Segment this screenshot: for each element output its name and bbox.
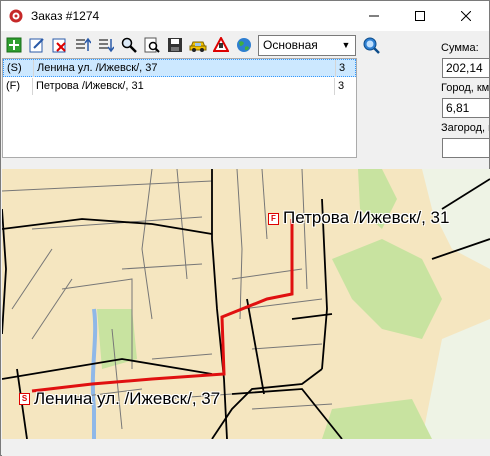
order-window: Заказ #1274 Основная ▼ (S) Ленина ул. /И… — [0, 0, 490, 456]
save-icon — [168, 38, 182, 52]
sum-label: Сумма: — [441, 42, 479, 54]
sum-field[interactable]: 202,14 — [442, 58, 489, 78]
minimize-icon — [369, 15, 379, 17]
park-area — [322, 399, 432, 439]
window-title: Заказ #1274 — [31, 9, 100, 23]
start-address-label: Ленина ул. /Ижевск/, 37 — [34, 389, 221, 408]
finish-marker[interactable]: F — [268, 213, 279, 225]
maximize-icon — [415, 11, 425, 21]
address-row-start[interactable]: (S) Ленина ул. /Ижевск/, 37 3 — [3, 59, 356, 77]
open-area — [422, 319, 490, 439]
route-select[interactable]: Основная ▼ — [258, 34, 356, 56]
taxi-car-icon — [189, 41, 207, 52]
chevron-down-icon: ▼ — [341, 40, 351, 50]
start-marker[interactable]: S — [19, 393, 30, 405]
finish-address-label: Петрова /Ижевск/, 31 — [283, 208, 450, 227]
road-sign-icon — [213, 37, 229, 52]
taxi-button[interactable] — [187, 34, 209, 56]
preview-button[interactable] — [141, 34, 163, 56]
save-button[interactable] — [164, 34, 186, 56]
move-down-button[interactable] — [95, 34, 117, 56]
add-icon — [6, 37, 22, 53]
search-icon — [121, 37, 137, 53]
road-sign-button[interactable] — [210, 34, 232, 56]
preview-icon — [144, 37, 160, 53]
close-icon — [461, 11, 471, 21]
move-up-icon — [76, 37, 91, 51]
address-num: 3 — [339, 62, 346, 74]
city-km-field[interactable]: 6,81 — [442, 98, 489, 118]
move-down-icon — [99, 39, 114, 53]
edit-icon — [29, 38, 44, 53]
address-row-finish[interactable]: (F) Петрова /Ижевск/, 31 3 — [3, 78, 356, 96]
app-icon — [9, 9, 23, 23]
minimize-button[interactable] — [351, 1, 397, 31]
suburb-km-label: Загород, км: — [441, 122, 489, 134]
delete-button[interactable] — [49, 34, 71, 56]
address-code: (F) — [6, 80, 21, 92]
delete-icon — [52, 38, 66, 53]
address-num: 3 — [338, 80, 345, 92]
add-button[interactable] — [3, 34, 25, 56]
find-on-map-button[interactable] — [360, 34, 382, 56]
edit-button[interactable] — [26, 34, 48, 56]
close-button[interactable] — [443, 1, 489, 31]
search-button[interactable] — [118, 34, 140, 56]
status-bar — [2, 439, 490, 456]
globe-icon — [237, 38, 251, 52]
toolbar: Основная ▼ — [1, 32, 436, 58]
address-code: (S) — [7, 62, 22, 74]
river — [90, 308, 98, 439]
park-area — [332, 239, 442, 339]
address-text: Петрова /Ижевск/, 31 — [36, 80, 144, 92]
address-list[interactable]: (S) Ленина ул. /Ижевск/, 37 3 (F) Петров… — [2, 58, 357, 158]
map-search-icon — [363, 37, 380, 54]
globe-button[interactable] — [233, 34, 255, 56]
maximize-button[interactable] — [397, 1, 443, 31]
city-km-label: Город, км: — [441, 82, 489, 94]
suburb-km-field[interactable] — [442, 138, 489, 158]
cost-panel: Сумма: 202,14 Город, км: 6,81 Загород, к… — [437, 37, 489, 162]
route-select-value: Основная — [263, 37, 318, 52]
address-text: Ленина ул. /Ижевск/, 37 — [37, 62, 158, 74]
route-map[interactable]: F Петрова /Ижевск/, 31 S Ленина ул. /Иже… — [2, 169, 490, 439]
move-up-button[interactable] — [72, 34, 94, 56]
title-bar: Заказ #1274 — [1, 1, 489, 31]
